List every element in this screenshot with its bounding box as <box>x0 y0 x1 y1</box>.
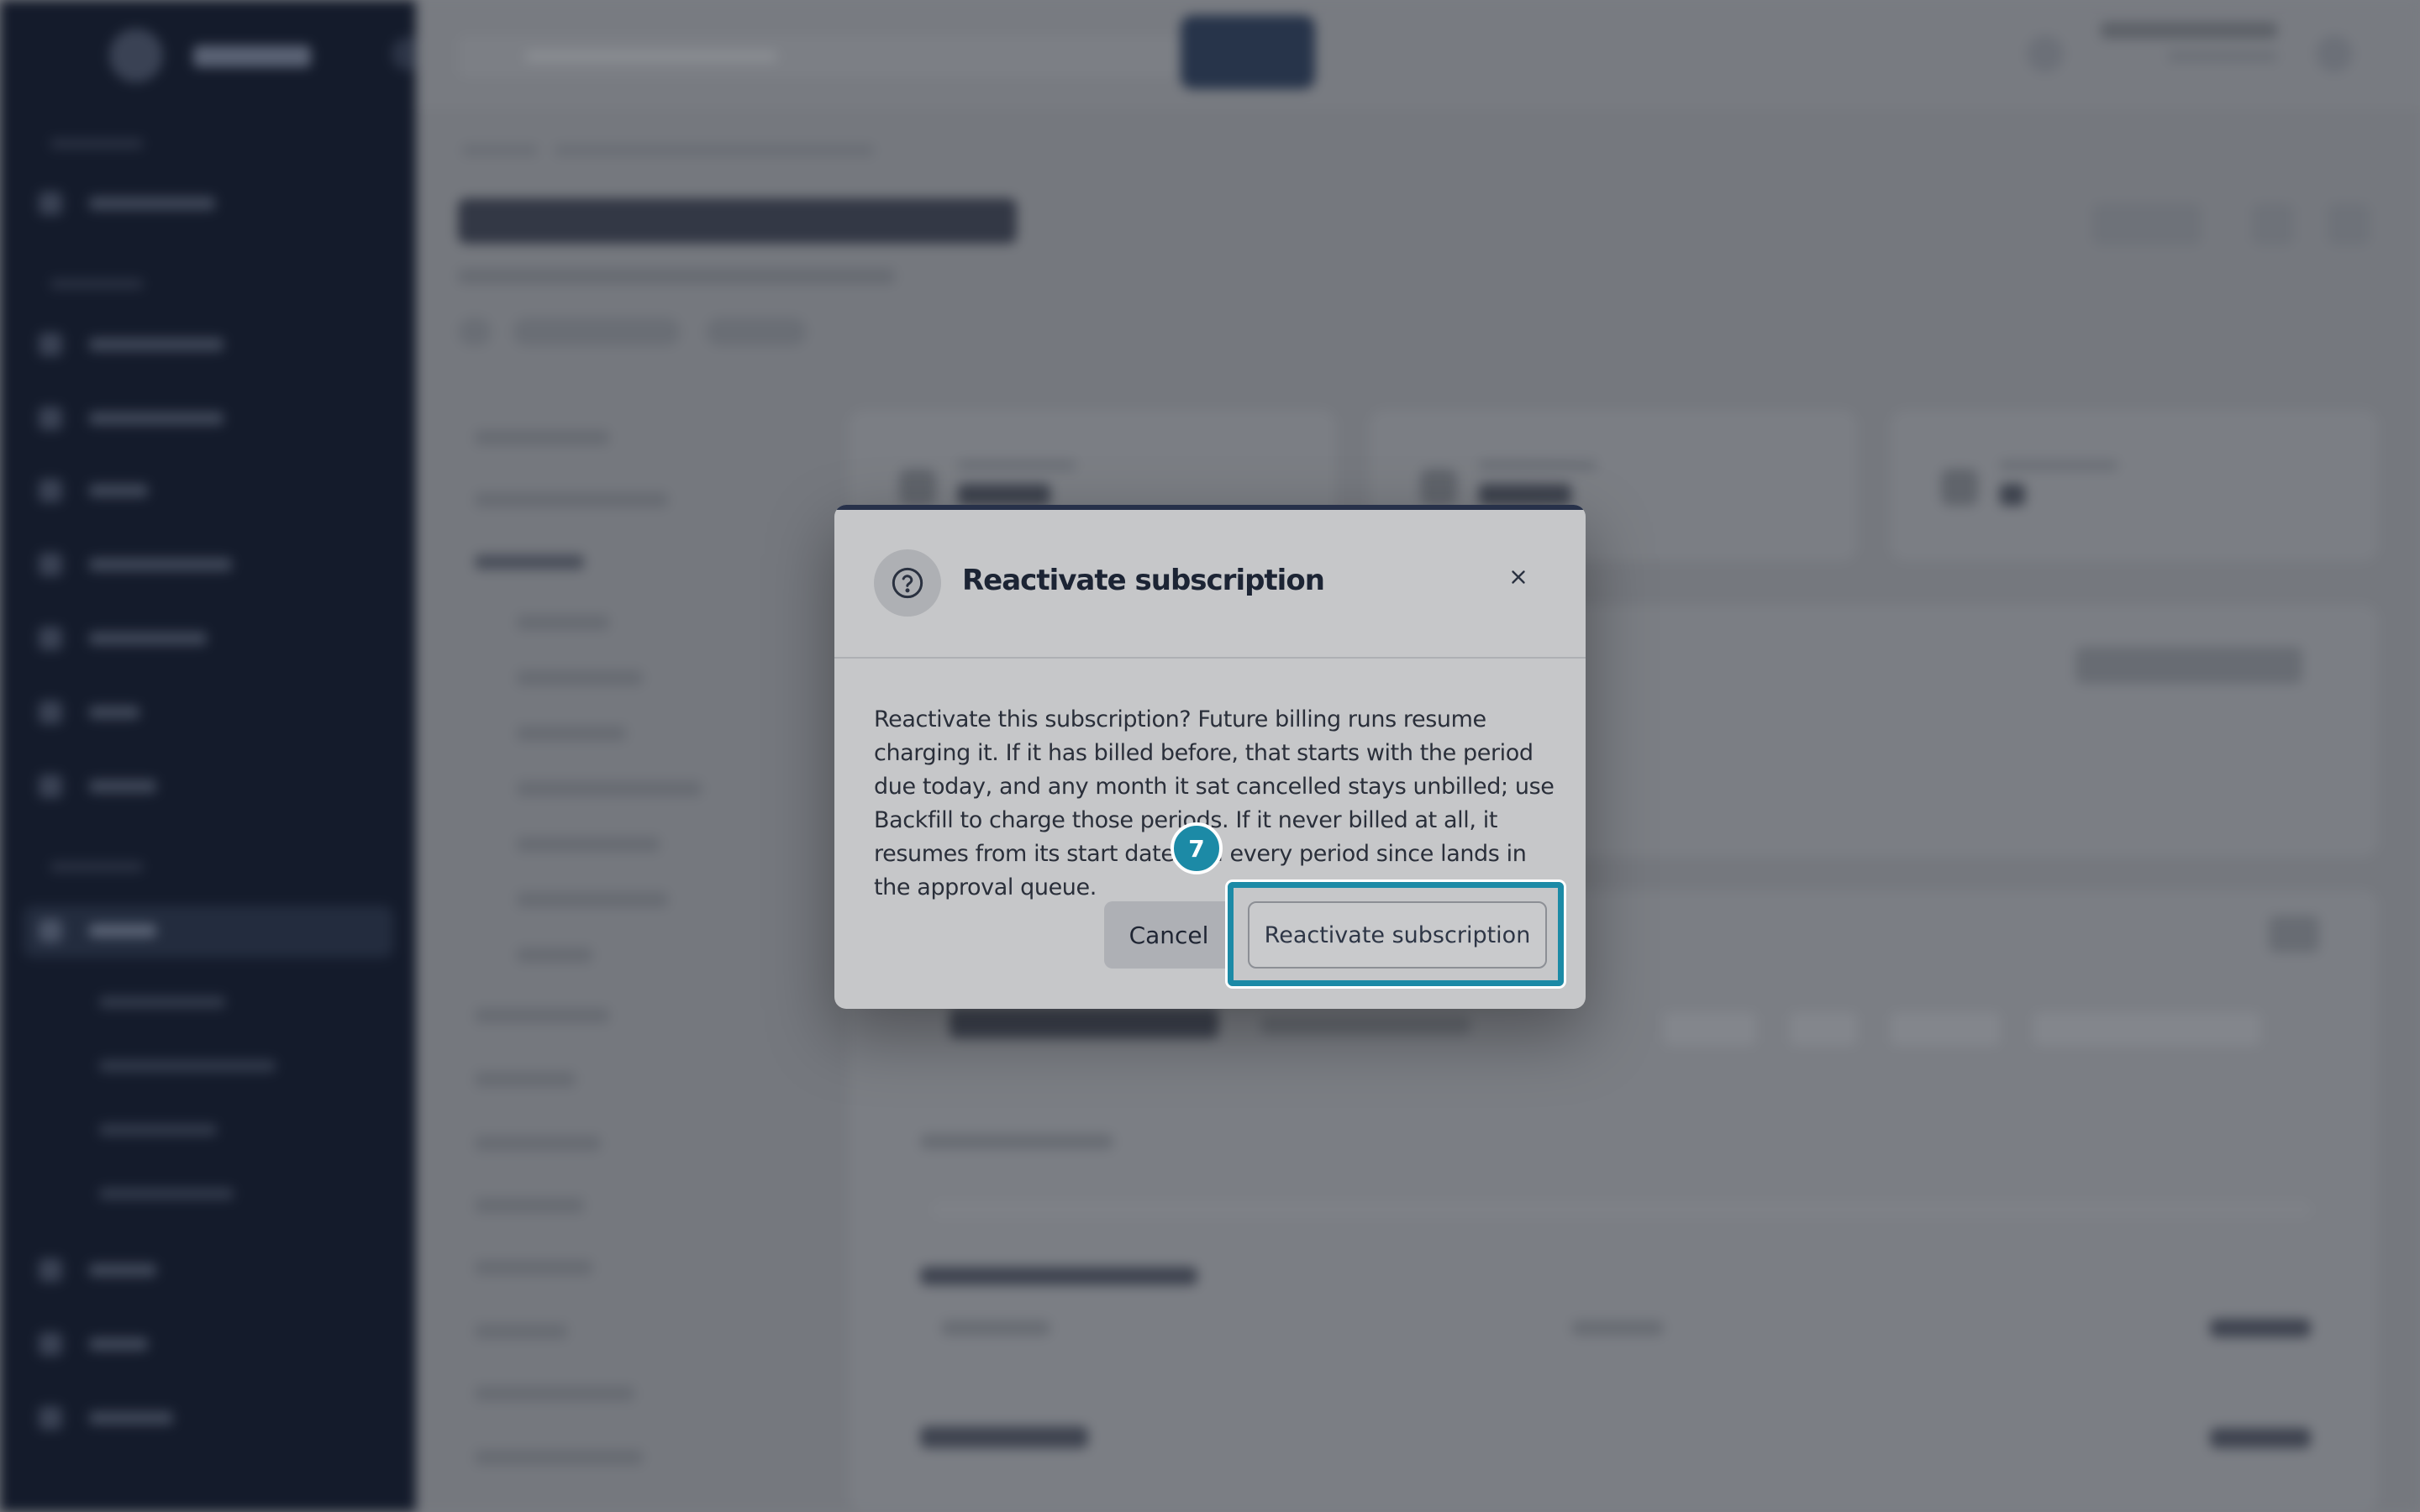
sidebar-item[interactable] <box>39 402 257 435</box>
table-total-value <box>2210 1428 2311 1448</box>
tab-active[interactable] <box>950 1008 1218 1038</box>
sidebar-item[interactable] <box>39 548 257 581</box>
sidebar-subitem[interactable] <box>99 1188 234 1200</box>
avatar[interactable] <box>2316 35 2353 72</box>
sidebar-subitem[interactable] <box>99 1060 276 1072</box>
header-icon-button[interactable] <box>2328 203 2370 245</box>
breadcrumb[interactable] <box>462 144 538 156</box>
sidebar-item[interactable] <box>39 696 257 729</box>
sidebar-item[interactable] <box>39 474 257 507</box>
status-badge <box>706 318 807 346</box>
subnav-item[interactable] <box>475 1136 601 1151</box>
cancel-button[interactable]: Cancel <box>1104 901 1234 969</box>
subnav-item[interactable] <box>517 615 609 630</box>
subnav-item[interactable] <box>475 492 668 507</box>
subnav-item[interactable] <box>475 430 609 445</box>
close-icon <box>1512 570 1525 584</box>
subnav-item[interactable] <box>475 1008 609 1023</box>
header-button[interactable] <box>2092 203 2202 245</box>
sidebar-section-label <box>50 279 143 289</box>
subnav-item[interactable] <box>475 554 584 570</box>
close-button[interactable] <box>1498 557 1539 597</box>
step-number-badge: 7 <box>1171 822 1223 874</box>
reactivate-subscription-dialog: Reactivate subscription Reactivate this … <box>834 505 1586 1009</box>
sidebar-item[interactable] <box>39 1327 257 1361</box>
sidebar-subitem[interactable] <box>99 996 225 1008</box>
filter-chip[interactable] <box>1891 1012 2000 1046</box>
sidebar-section-label <box>50 862 143 872</box>
table-total-label <box>920 1426 1088 1448</box>
user-role <box>2168 50 2277 62</box>
subnav-item[interactable] <box>517 670 643 685</box>
subnav-item[interactable] <box>517 892 668 907</box>
sidebar <box>0 0 425 1512</box>
subnav-item[interactable] <box>475 1450 643 1465</box>
topbar-action-button[interactable] <box>1181 15 1315 89</box>
sidebar-item[interactable] <box>39 622 257 655</box>
table-cell <box>1571 1320 1664 1336</box>
dialog-header: Reactivate subscription <box>834 505 1586 659</box>
tab[interactable] <box>1260 1016 1470 1035</box>
table-caption <box>920 1134 1113 1149</box>
sidebar-item[interactable] <box>39 1253 257 1287</box>
page-subtitle <box>458 269 895 284</box>
sidebar-section-label <box>50 139 143 149</box>
breadcrumb <box>555 144 874 156</box>
subnav-item[interactable] <box>475 1072 576 1087</box>
app-logo <box>109 25 319 84</box>
filter-chip[interactable] <box>2033 1012 2260 1046</box>
subnav-item[interactable] <box>475 1260 592 1275</box>
sidebar-item[interactable] <box>39 328 257 361</box>
help-circle-icon <box>874 549 941 617</box>
table-row <box>941 1320 1050 1336</box>
filter-chip[interactable] <box>1664 1012 1756 1046</box>
header-icon-button[interactable] <box>2252 203 2294 245</box>
page-title <box>458 198 1017 244</box>
global-search-input[interactable] <box>458 35 1181 77</box>
sidebar-item[interactable] <box>39 769 257 803</box>
subnav-item[interactable] <box>517 948 592 963</box>
dialog-title: Reactivate subscription <box>962 564 1325 597</box>
sidebar-item[interactable] <box>39 186 257 220</box>
subnav-item[interactable] <box>475 1386 634 1401</box>
panel-action-button[interactable] <box>2075 647 2302 684</box>
sidebar-item[interactable] <box>39 1401 257 1435</box>
status-badge <box>458 318 492 346</box>
sidebar-subitem[interactable] <box>99 1124 217 1136</box>
user-name <box>2101 22 2277 39</box>
subnav-item[interactable] <box>517 781 702 796</box>
status-badge <box>513 318 681 346</box>
table-cell <box>2210 1319 2311 1337</box>
subnav-item[interactable] <box>517 837 660 852</box>
subnav-item[interactable] <box>517 726 626 741</box>
reactivate-subscription-button[interactable]: Reactivate subscription <box>1248 901 1547 969</box>
stat-card <box>1891 410 2378 561</box>
table-group-title <box>920 1267 1197 1285</box>
table-menu-button[interactable] <box>2269 916 2319 953</box>
subnav-item[interactable] <box>475 1324 567 1339</box>
dialog-message: Reactivate this subscription? Future bil… <box>874 706 1555 900</box>
subnav-item[interactable] <box>475 1198 584 1213</box>
sidebar-item-active[interactable] <box>39 914 257 948</box>
notification-icon[interactable] <box>2027 35 2064 72</box>
table-header-row <box>933 1201 2311 1218</box>
filter-chip[interactable] <box>1790 1012 1857 1046</box>
